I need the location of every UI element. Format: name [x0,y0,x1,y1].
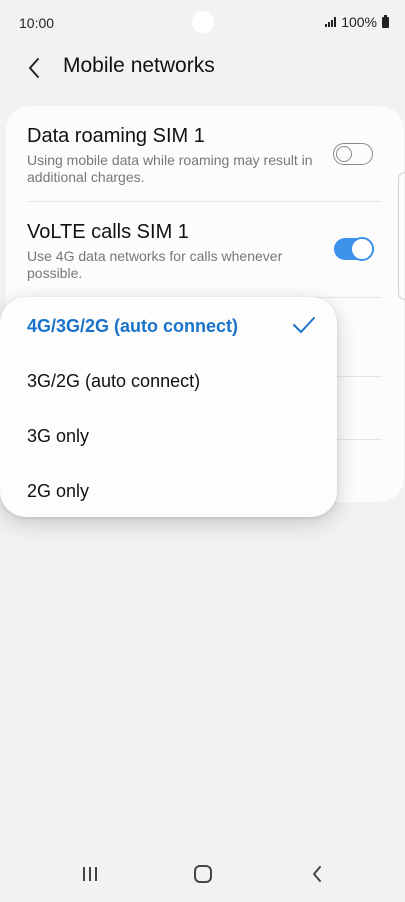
setting-title: VoLTE calls SIM 1 [27,221,189,243]
home-icon [194,865,212,883]
camera-cutout [192,11,214,33]
recent-apps-button[interactable] [68,854,112,894]
menu-option-2g-only[interactable]: 2G only [27,471,319,511]
scroll-indicator[interactable] [398,172,405,300]
setting-description: Use 4G data networks for calls whenever … [27,248,283,281]
menu-option-label: 3G only [27,425,90,446]
signal-icon [325,17,337,27]
network-mode-menu: 4G/3G/2G (auto connect) 3G/2G (auto conn… [0,297,337,517]
status-bar: 10:00 100% [0,0,405,46]
setting-description: Using mobile data while roaming may resu… [27,152,313,185]
back-arrow-icon [29,58,39,78]
back-button[interactable] [18,52,50,84]
back-nav-button[interactable] [295,854,339,894]
menu-option-4g-3g-2g[interactable]: 4G/3G/2G (auto connect) [27,306,319,346]
battery-icon [382,14,389,28]
menu-option-label: 4G/3G/2G (auto connect) [27,315,239,336]
data-roaming-row[interactable]: Data roaming SIM 1 Using mobile data whi… [27,124,380,186]
navigation-bar [0,844,405,902]
home-button[interactable] [181,854,225,894]
page-title: Mobile networks [63,54,215,77]
volte-calls-toggle[interactable] [334,237,374,261]
data-roaming-toggle[interactable] [333,143,373,165]
menu-option-label: 2G only [27,480,90,501]
back-icon [313,866,321,882]
volte-calls-row[interactable]: VoLTE calls SIM 1 Use 4G data networks f… [27,220,380,282]
divider [27,201,382,202]
app-header: Mobile networks [0,46,405,90]
check-icon [293,317,315,333]
menu-option-3g-only[interactable]: 3G only [27,416,319,456]
status-time: 10:00 [19,15,55,31]
toggle-knob [350,237,374,261]
menu-option-3g-2g[interactable]: 3G/2G (auto connect) [27,361,319,401]
menu-option-label: 3G/2G (auto connect) [27,370,201,391]
battery-percentage: 100% [341,14,377,30]
recent-apps-icon [83,867,97,881]
setting-title: Data roaming SIM 1 [27,125,205,147]
status-indicators: 100% [325,14,389,30]
toggle-knob [336,145,352,162]
